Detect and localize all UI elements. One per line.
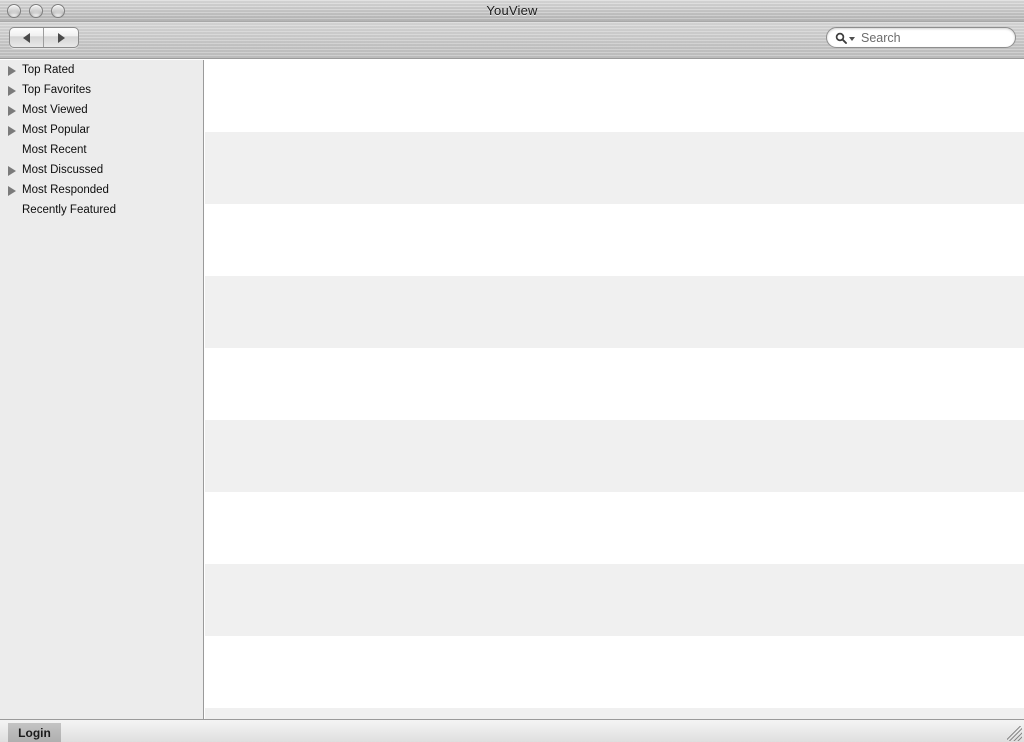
navigation-segmented-control [9, 27, 79, 48]
sidebar-item-most-discussed[interactable]: Most Discussed [0, 160, 203, 180]
close-button[interactable] [7, 4, 21, 18]
disclosure-placeholder [8, 205, 17, 216]
list-row[interactable] [205, 276, 1024, 348]
list-row[interactable] [205, 564, 1024, 636]
sidebar-item-label: Most Recent [22, 144, 87, 156]
sidebar-item-label: Top Rated [22, 64, 75, 76]
sidebar-item-most-popular[interactable]: Most Popular [0, 120, 203, 140]
status-bar: Login [0, 719, 1024, 742]
search-input[interactable] [857, 29, 1024, 46]
sidebar-item-label: Recently Featured [22, 204, 116, 216]
window-title: YouView [486, 3, 538, 18]
disclosure-triangle-icon[interactable] [8, 185, 17, 196]
sidebar-item-top-rated[interactable]: Top Rated [0, 60, 203, 80]
sidebar-item-label: Most Viewed [22, 104, 88, 116]
login-button[interactable]: Login [8, 723, 61, 742]
disclosure-triangle-icon[interactable] [8, 125, 17, 136]
list-row[interactable] [205, 60, 1024, 132]
back-button[interactable] [10, 28, 45, 47]
sidebar-item-label: Most Popular [22, 124, 90, 136]
triangle-right-icon [57, 32, 65, 43]
triangle-left-icon [23, 32, 30, 43]
sidebar-item-most-viewed[interactable]: Most Viewed [0, 100, 203, 120]
window-controls [7, 4, 65, 18]
sidebar-item-recently-featured[interactable]: Recently Featured [0, 200, 203, 220]
application-window: YouView Top Rated [0, 0, 1024, 742]
sidebar: Top Rated Top Favorites Most Viewed Most… [0, 60, 204, 719]
sidebar-item-top-favorites[interactable]: Top Favorites [0, 80, 203, 100]
disclosure-triangle-icon[interactable] [8, 65, 17, 76]
zoom-button[interactable] [51, 4, 65, 18]
sidebar-item-label: Top Favorites [22, 84, 92, 96]
sidebar-item-most-responded[interactable]: Most Responded [0, 180, 203, 200]
list-row[interactable] [205, 636, 1024, 708]
sidebar-item-label: Most Discussed [22, 164, 104, 176]
content-list [205, 60, 1024, 719]
chevron-down-icon[interactable] [849, 36, 855, 41]
disclosure-triangle-icon[interactable] [8, 105, 17, 116]
title-bar: YouView [0, 0, 1024, 22]
disclosure-triangle-icon[interactable] [8, 85, 17, 96]
disclosure-placeholder [8, 145, 17, 156]
sidebar-item-label: Most Responded [22, 184, 109, 196]
list-row[interactable] [205, 420, 1024, 492]
list-row[interactable] [205, 132, 1024, 204]
disclosure-triangle-icon[interactable] [8, 165, 17, 176]
minimize-button[interactable] [29, 4, 43, 18]
resize-grip-icon[interactable] [1007, 726, 1022, 741]
search-icon[interactable] [835, 32, 855, 44]
search-field[interactable] [826, 27, 1024, 48]
forward-button[interactable] [44, 28, 78, 47]
list-row[interactable] [205, 348, 1024, 420]
list-row[interactable] [205, 708, 1024, 719]
toolbar [0, 22, 1024, 59]
list-row[interactable] [205, 492, 1024, 564]
sidebar-item-most-recent[interactable]: Most Recent [0, 140, 203, 160]
list-row[interactable] [205, 204, 1024, 276]
